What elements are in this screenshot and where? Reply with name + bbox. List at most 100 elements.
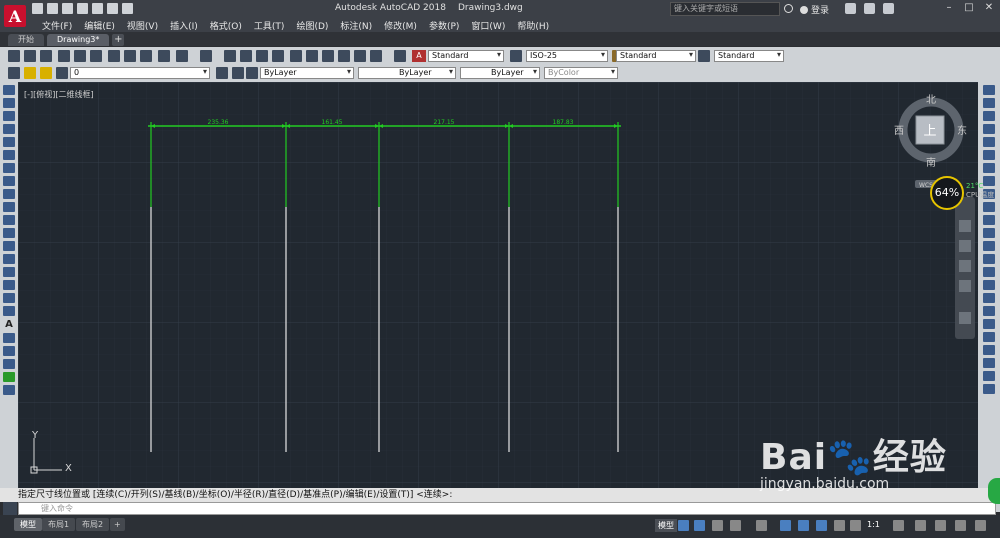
- design-center-icon[interactable]: [306, 50, 318, 62]
- zoom-window-icon[interactable]: [256, 50, 268, 62]
- insert-block-icon[interactable]: [3, 228, 15, 238]
- menu-parametric[interactable]: 参数(P): [423, 19, 465, 32]
- dim-continue-icon[interactable]: [983, 319, 995, 329]
- mirror-icon[interactable]: [983, 111, 995, 121]
- annotation-monitor-icon[interactable]: [915, 520, 926, 531]
- layer-properties-icon[interactable]: [8, 67, 20, 79]
- viewcube-south[interactable]: 南: [926, 156, 936, 169]
- workspace-icon[interactable]: [893, 520, 904, 531]
- copy-icon[interactable]: [124, 50, 136, 62]
- layer-on-icon[interactable]: [24, 67, 36, 79]
- menu-file[interactable]: 文件(F): [36, 19, 78, 32]
- lineweight-icon[interactable]: [816, 520, 827, 531]
- dim-linear-icon[interactable]: [3, 346, 15, 356]
- clean-screen-icon[interactable]: [975, 520, 986, 531]
- print-icon[interactable]: [58, 50, 70, 62]
- chamfer-icon[interactable]: [983, 267, 995, 277]
- layout-tab-layout1[interactable]: 布局1: [42, 518, 76, 531]
- menu-draw[interactable]: 绘图(D): [290, 19, 334, 32]
- redo-toolbar-icon[interactable]: [200, 50, 212, 62]
- fillet-icon[interactable]: [983, 280, 995, 290]
- text-style-select[interactable]: Standard: [428, 50, 504, 62]
- dimension-text-1[interactable]: 235.36: [208, 119, 229, 126]
- save-toolbar-icon[interactable]: [40, 50, 52, 62]
- rectangle-icon[interactable]: [3, 137, 15, 147]
- tab-drawing3[interactable]: Drawing3*: [47, 34, 110, 46]
- menu-edit[interactable]: 编辑(E): [78, 19, 121, 32]
- explode-icon[interactable]: [983, 306, 995, 316]
- dimension-text-2[interactable]: 161.45: [322, 119, 343, 126]
- floating-side-button[interactable]: [988, 478, 1000, 504]
- copy-object-icon[interactable]: [983, 98, 995, 108]
- exchange-icon[interactable]: [845, 3, 856, 14]
- tool-palettes-icon[interactable]: [322, 50, 334, 62]
- move-icon[interactable]: [983, 150, 995, 160]
- add-selected-icon[interactable]: [3, 333, 15, 343]
- layer-lock-icon[interactable]: [56, 67, 68, 79]
- dim-diameter-icon[interactable]: [983, 358, 995, 368]
- dim-baseline-icon[interactable]: [983, 332, 995, 342]
- annotation-visibility-icon[interactable]: [834, 520, 845, 531]
- layout-tab-model[interactable]: 模型: [14, 518, 42, 531]
- snap-mode-icon[interactable]: [694, 520, 705, 531]
- model-space-button[interactable]: 模型: [655, 519, 677, 532]
- viewcube-top-label[interactable]: 上: [923, 124, 936, 139]
- cpu-usage-widget[interactable]: 64%: [930, 176, 964, 210]
- polar-tracking-icon[interactable]: [730, 520, 741, 531]
- spline-icon[interactable]: [3, 189, 15, 199]
- mleader-style-select[interactable]: Standard: [714, 50, 784, 62]
- help-search-input[interactable]: 键入关键字或短语: [670, 2, 780, 16]
- layer-select[interactable]: 0: [70, 67, 210, 79]
- open-file-icon[interactable]: [47, 3, 58, 14]
- plot-icon[interactable]: [92, 3, 103, 14]
- object-snap-icon[interactable]: [798, 520, 809, 531]
- viewcube-west[interactable]: 西: [894, 126, 904, 137]
- dimension-text-3[interactable]: 217.15: [434, 119, 455, 126]
- command-input[interactable]: 键入命令: [18, 502, 996, 515]
- undo-icon[interactable]: [107, 3, 118, 14]
- layer-previous-icon[interactable]: [232, 67, 244, 79]
- viewcube-east[interactable]: 东: [957, 124, 967, 137]
- dim-style-select[interactable]: ISO-25: [526, 50, 608, 62]
- make-block-icon[interactable]: [3, 241, 15, 251]
- viewcube-north[interactable]: 北: [926, 94, 936, 106]
- dim-edit-icon[interactable]: [983, 384, 995, 394]
- trim-icon[interactable]: [983, 202, 995, 212]
- minimize-icon[interactable]: –: [942, 2, 956, 15]
- circle-icon[interactable]: [3, 163, 15, 173]
- dimension-text-4[interactable]: 187.83: [553, 119, 574, 126]
- menu-insert[interactable]: 插入(I): [164, 19, 204, 32]
- ellipse-icon[interactable]: [3, 202, 15, 212]
- publish-icon[interactable]: [90, 50, 102, 62]
- help-icon[interactable]: [883, 3, 894, 14]
- plotstyle-select[interactable]: ByColor: [544, 67, 618, 79]
- application-menu-button[interactable]: A: [0, 0, 30, 32]
- line-icon[interactable]: [3, 85, 15, 95]
- close-icon[interactable]: ✕: [982, 2, 996, 15]
- polyline-icon[interactable]: [3, 111, 15, 121]
- color-select[interactable]: ByLayer: [260, 67, 354, 79]
- dim-angular-icon[interactable]: [983, 371, 995, 381]
- grid-display-icon[interactable]: [678, 520, 689, 531]
- save-icon[interactable]: [62, 3, 73, 14]
- zoom-realtime-icon[interactable]: [240, 50, 252, 62]
- layout-tab-layout2[interactable]: 布局2: [76, 518, 110, 531]
- region-icon[interactable]: [3, 293, 15, 303]
- cut-icon[interactable]: [108, 50, 120, 62]
- save-as-icon[interactable]: [77, 3, 88, 14]
- revcloud-icon[interactable]: [3, 176, 15, 186]
- mtext-icon[interactable]: A: [3, 319, 15, 330]
- dim-radius-icon[interactable]: [983, 345, 995, 355]
- new-tab-button[interactable]: +: [112, 34, 125, 46]
- menu-modify[interactable]: 修改(M): [378, 19, 423, 32]
- pan-icon[interactable]: [224, 50, 236, 62]
- layer-freeze-icon[interactable]: [40, 67, 52, 79]
- construction-line-icon[interactable]: [3, 98, 15, 108]
- ortho-icon[interactable]: [712, 520, 723, 531]
- tool-icon[interactable]: [3, 385, 15, 395]
- menu-dimension[interactable]: 标注(N): [334, 19, 378, 32]
- zoom-previous-icon[interactable]: [272, 50, 284, 62]
- properties-icon[interactable]: [290, 50, 302, 62]
- ellipse-arc-icon[interactable]: [3, 215, 15, 225]
- menu-tools[interactable]: 工具(T): [248, 19, 291, 32]
